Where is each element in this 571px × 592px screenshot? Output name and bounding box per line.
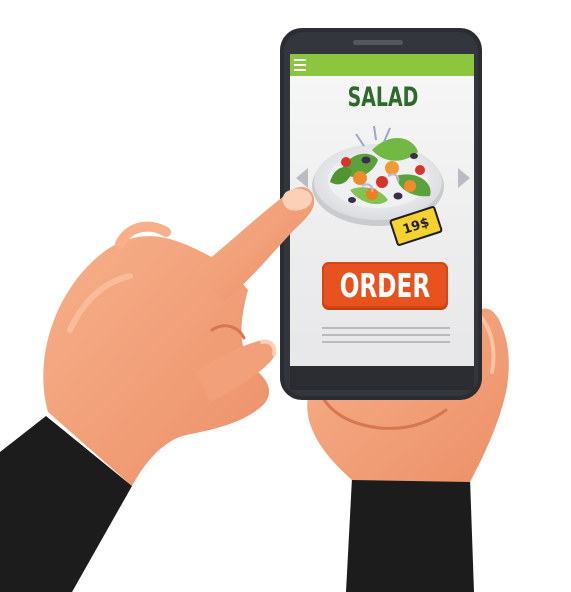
- order-button[interactable]: ORDER: [322, 262, 448, 308]
- header-bar: [290, 54, 474, 76]
- description-line: [322, 327, 450, 329]
- description-line: [322, 341, 450, 343]
- illustration: [0, 28, 509, 592]
- left-hand: [43, 186, 315, 486]
- price-label: 19$: [400, 214, 432, 238]
- product-title: SALAD: [347, 82, 419, 113]
- hamburger-menu-icon[interactable]: [294, 59, 306, 71]
- right-sleeve: [346, 478, 474, 592]
- order-button-label: ORDER: [339, 265, 431, 305]
- description-line: [322, 334, 450, 336]
